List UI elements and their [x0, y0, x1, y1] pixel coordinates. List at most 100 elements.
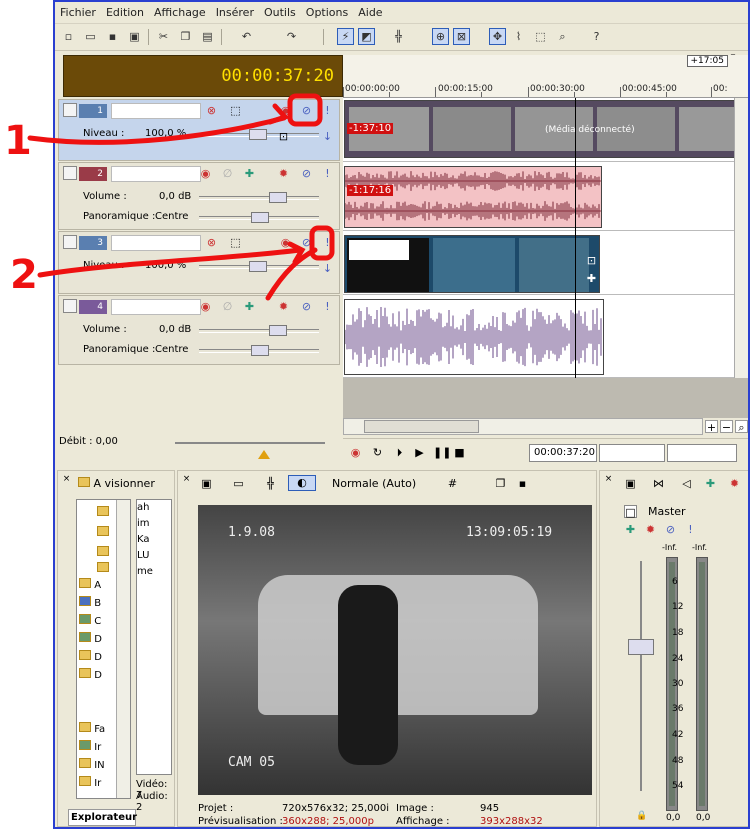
level-slider[interactable]	[199, 129, 319, 140]
timeline-area[interactable]: -1:37:10 (Média déconnecté) -1:17:16 ⊡ ✚	[343, 98, 748, 418]
mute-icon[interactable]: ⊘	[300, 300, 313, 313]
zoom-tool-icon[interactable]: ⌕	[735, 420, 748, 434]
close-icon[interactable]: ×	[60, 473, 73, 486]
explorer-tab[interactable]: Explorateur	[68, 809, 137, 826]
save-snapshot-icon[interactable]: ▪	[516, 477, 529, 490]
file-item[interactable]: me	[137, 564, 171, 580]
record-icon[interactable]: ◉	[279, 104, 292, 117]
tree-item[interactable]	[97, 546, 109, 559]
play-from-start-icon[interactable]: ⏵	[393, 446, 406, 459]
undo-icon[interactable]: ↶	[238, 28, 255, 45]
cut-icon[interactable]: ✂	[155, 28, 172, 45]
track-name-field[interactable]	[111, 103, 201, 119]
normal-edit-icon[interactable]: ✥	[489, 28, 506, 45]
mute-icon[interactable]: ⊘	[300, 104, 313, 117]
bypass-fx-icon[interactable]: ⊗	[205, 236, 218, 249]
envelope-icon[interactable]: ◩	[358, 28, 375, 45]
path-box[interactable]: A visionner	[78, 477, 174, 493]
tree-scrollbar[interactable]	[116, 500, 130, 798]
compositing-child-icon[interactable]: ↓	[321, 262, 334, 275]
render-icon[interactable]: ▣	[126, 28, 143, 45]
record-icon[interactable]: ◉	[279, 236, 292, 249]
tree-item[interactable]: D	[79, 668, 102, 681]
track-grip[interactable]	[63, 235, 77, 249]
track-grip[interactable]	[63, 103, 77, 117]
zoom-out-icon[interactable]: −	[720, 420, 733, 434]
invert-phase-icon[interactable]: ∅	[221, 300, 234, 313]
record-icon[interactable]: ◉	[199, 300, 212, 313]
level-slider[interactable]	[199, 261, 319, 272]
play-icon[interactable]: ▶	[413, 446, 426, 459]
track-header-4[interactable]: 4 ◉ ∅ ✚ ✹ ⊘ ! Volume : 0,0 dB Panoramiqu…	[58, 295, 340, 365]
tree-item[interactable]: Fa	[79, 722, 105, 735]
copy-icon[interactable]: ❐	[177, 28, 194, 45]
open-folder-icon[interactable]: ▭	[82, 28, 99, 45]
tree-item[interactable]	[97, 526, 109, 539]
rate-slider[interactable]	[175, 442, 325, 444]
selection-icon[interactable]: ⬚	[532, 28, 549, 45]
file-item[interactable]: Ka	[137, 532, 171, 548]
horizontal-scrollbar[interactable]	[343, 418, 703, 435]
redo-icon[interactable]: ↷	[283, 28, 300, 45]
pan-slider[interactable]	[199, 212, 319, 223]
timeline-ruler[interactable]: +17:05 00:00:00:00 00:00:15:00 00:00:30:…	[343, 55, 748, 98]
tree-item[interactable]: C	[79, 614, 101, 627]
mixer-properties-icon[interactable]: ▣	[624, 477, 637, 490]
volume-slider[interactable]	[199, 325, 319, 336]
pan-crop-event-icon[interactable]: ⊡	[585, 254, 598, 267]
zoom-in-icon[interactable]: +	[705, 420, 718, 434]
event-fx-icon[interactable]: ✚	[585, 272, 598, 285]
track-header-3[interactable]: 3 ⊗ ⬚ ◉ ⊘ ! Niveau : 100,0 % ↓	[58, 231, 340, 294]
track-header-2[interactable]: 2 ◉ ∅ ✚ ✹ ⊘ ! Volume : 0,0 dB Panoramiqu…	[58, 162, 340, 230]
new-file-icon[interactable]: ▫	[60, 28, 77, 45]
compositing-child-icon[interactable]: ↓	[321, 130, 334, 143]
mute-icon[interactable]: ⊘	[300, 167, 313, 180]
pause-icon[interactable]: ❚❚	[433, 446, 451, 459]
composite-icon[interactable]: ⊡	[277, 130, 290, 143]
crossfade-icon[interactable]: ⊠	[453, 28, 470, 45]
quality-select[interactable]: Normale (Auto)	[332, 477, 416, 490]
insert-bus-icon[interactable]: ✚	[704, 477, 717, 490]
audio-clip-2[interactable]: -1:17:16	[344, 166, 602, 228]
master-fader-track[interactable]	[640, 561, 642, 791]
video-clip-1[interactable]: -1:37:10 (Média déconnecté)	[344, 100, 746, 158]
master-fader-knob[interactable]	[628, 639, 654, 655]
bypass-fx-icon[interactable]: ⊗	[205, 104, 218, 117]
paste-icon[interactable]: ▤	[199, 28, 216, 45]
tree-item[interactable]: D	[79, 650, 102, 663]
track-name-field[interactable]	[111, 299, 201, 315]
stop-icon[interactable]: ■	[453, 446, 466, 459]
tree-item[interactable]: Ir	[79, 740, 101, 753]
zoom-icon[interactable]: ⌕	[554, 28, 571, 45]
fx-chain-icon[interactable]: ✚	[243, 167, 256, 180]
file-item[interactable]: ah	[137, 500, 171, 516]
tree-item[interactable]: IN	[79, 758, 105, 771]
external-monitor-icon[interactable]: ▭	[232, 477, 245, 490]
track-header-1[interactable]: 1 ⊗ ⬚ ◉ ⊘ ! Niveau : 100,0 % ⊡ ↓	[58, 99, 340, 161]
file-item[interactable]: LU	[137, 548, 171, 564]
track-grip[interactable]	[63, 299, 77, 313]
marker-icon[interactable]: ╬	[390, 28, 407, 45]
menu-fichier[interactable]: Fichier	[55, 2, 101, 19]
solo-icon[interactable]: !	[321, 167, 334, 180]
envelope-edit-icon[interactable]: ⌇	[510, 28, 527, 45]
master-solo-icon[interactable]: !	[684, 523, 697, 536]
close-icon[interactable]: ×	[180, 473, 193, 486]
ripple-icon[interactable]: ⊕	[432, 28, 449, 45]
preview-quality-icon[interactable]: ◐	[288, 475, 316, 491]
track-name-field[interactable]	[111, 166, 201, 182]
file-list[interactable]: ah im Ka LU me	[136, 499, 172, 775]
record-button-icon[interactable]: ◉	[349, 446, 362, 459]
track-grip[interactable]	[63, 166, 77, 180]
tree-item[interactable]	[97, 506, 109, 519]
playhead-cursor[interactable]	[575, 98, 576, 418]
audio-clip-4[interactable]	[344, 299, 604, 375]
assignable-fx-icon[interactable]: ✹	[728, 477, 741, 490]
master-fx-chain-icon[interactable]: ✚	[624, 523, 637, 536]
master-fx-icon[interactable]: ✹	[644, 523, 657, 536]
snap-icon[interactable]: ⚡	[337, 28, 354, 45]
master-mute-icon[interactable]: ⊘	[664, 523, 677, 536]
menu-affichage[interactable]: Affichage	[149, 2, 211, 19]
tree-item[interactable]: D	[79, 632, 102, 645]
pan-crop-icon[interactable]: ⬚	[229, 104, 242, 117]
